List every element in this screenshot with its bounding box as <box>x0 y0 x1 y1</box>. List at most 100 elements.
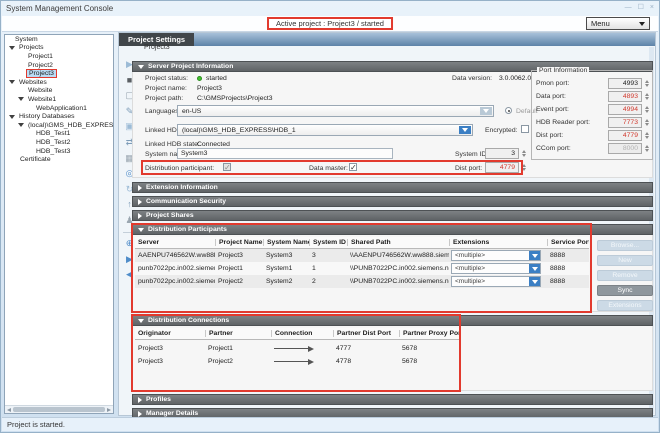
system-id-label: System ID: <box>455 151 488 158</box>
scroll-left-icon[interactable] <box>7 408 11 412</box>
scrollbar-thumb[interactable] <box>13 407 105 412</box>
stepper-arrows-icon[interactable] <box>643 143 650 154</box>
column-partner-dist-port: Partner Dist Port <box>333 330 399 337</box>
column-extensions: Extensions <box>449 239 547 246</box>
section-distribution-connections: Distribution Connections Originator Part… <box>132 315 653 391</box>
languages-dropdown[interactable]: en-US <box>177 105 494 117</box>
chevron-down-icon[interactable] <box>459 126 471 134</box>
system-id-stepper[interactable]: 3 <box>485 148 519 159</box>
tree-item-hdb-test1[interactable]: HDB_Test1 <box>5 130 113 139</box>
pmon-port-stepper[interactable]: 4993 <box>608 78 642 89</box>
tree-item-website1[interactable]: Website1 <box>5 95 113 104</box>
dist-port-stepper[interactable]: 4779 <box>608 130 642 141</box>
section-header-distribution-connections[interactable]: Distribution Connections <box>132 315 653 326</box>
scroll-right-icon[interactable] <box>107 408 111 412</box>
minimize-icon[interactable]: — <box>625 3 632 12</box>
section-header-distribution-participants[interactable]: Distribution Participants <box>132 224 653 235</box>
tree-item-projects[interactable]: Projects <box>5 44 113 53</box>
close-icon[interactable]: × <box>650 3 654 12</box>
connections-row[interactable]: Project3 Project2 4778 5678 <box>135 355 461 368</box>
chevron-down-icon[interactable] <box>529 251 540 260</box>
stepper-arrows-icon[interactable] <box>643 78 650 89</box>
dist-port-stepper[interactable]: 4779 <box>485 162 519 173</box>
system-name-input[interactable]: System3 <box>177 148 393 159</box>
column-service-port: Service Port <box>547 239 589 246</box>
stepper-arrows-icon[interactable] <box>643 104 650 115</box>
dist-port-label: Dist port: <box>455 165 482 172</box>
section-header-profiles[interactable]: Profiles <box>132 394 653 405</box>
stepper-arrows-icon[interactable] <box>643 130 650 141</box>
encrypted-checkbox[interactable] <box>521 125 529 133</box>
participants-row[interactable]: AAENPU746562W.ww88l Project3 System3 3 \… <box>135 249 589 262</box>
collapse-icon <box>138 319 144 323</box>
linked-hdb-dropdown[interactable]: (local)\GMS_HDB_EXPRESS\HDB_1 <box>177 124 473 136</box>
window-title: System Management Console <box>6 4 113 13</box>
tree-item-webapplication1[interactable]: WebApplication1 <box>5 104 113 113</box>
tree-item-hdb-test2[interactable]: HDB_Test2 <box>5 138 113 147</box>
tree-item-local-gms-hdb[interactable]: (local)\GMS_HDB_EXPRES <box>5 121 113 130</box>
data-master-checkbox[interactable] <box>349 163 357 171</box>
tree-item-project3[interactable]: Project3 <box>5 69 113 78</box>
expand-icon <box>138 213 142 219</box>
connections-row[interactable]: Project3 Project1 4777 5678 <box>135 342 461 355</box>
section-header-project-shares[interactable]: Project Shares <box>132 210 653 221</box>
expander-icon[interactable] <box>9 80 15 84</box>
extensions-dropdown[interactable]: <multiple> <box>451 250 541 261</box>
ccom-port-stepper[interactable]: 8000 <box>608 143 642 154</box>
sync-button[interactable]: Sync <box>597 285 653 296</box>
event-port-stepper[interactable]: 4994 <box>608 104 642 115</box>
data-version-label: Data version: <box>452 75 492 82</box>
status-bar: Project is started. <box>2 417 658 431</box>
collapse-icon <box>138 65 144 69</box>
connection-arrow-icon <box>274 359 333 365</box>
section-header-extension-information[interactable]: Extension Information <box>132 182 653 193</box>
column-server: Server <box>135 239 215 246</box>
section-header-communication-security[interactable]: Communication Security <box>132 196 653 207</box>
participants-row[interactable]: punb7022pc.in002.siemens.net Project2 Sy… <box>135 275 589 288</box>
stepper-arrows-icon[interactable] <box>520 148 527 159</box>
connections-table-header: Originator Partner Connection Partner Di… <box>135 328 461 340</box>
expander-icon[interactable] <box>18 123 24 127</box>
stepper-arrows-icon[interactable] <box>643 117 650 128</box>
distribution-participant-checkbox[interactable] <box>223 163 231 171</box>
ccom-port-label: CCom port: <box>536 145 571 152</box>
chevron-down-icon[interactable] <box>480 107 492 115</box>
tree-item-project2[interactable]: Project2 <box>5 61 113 70</box>
participants-row[interactable]: punb7022pc.in002.siemens.net Project1 Sy… <box>135 262 589 275</box>
expander-icon[interactable] <box>9 46 15 50</box>
browse-button[interactable]: Browse... <box>597 240 653 251</box>
tree-item-history-databases[interactable]: History Databases <box>5 112 113 121</box>
stepper-arrows-icon[interactable] <box>643 91 650 102</box>
connection-arrow-icon <box>274 346 333 352</box>
extensions-dropdown[interactable]: <multiple> <box>451 263 541 274</box>
menu-dropdown[interactable]: Menu <box>586 17 650 30</box>
expand-icon <box>138 199 142 205</box>
menu-dropdown-label: Menu <box>591 19 610 28</box>
chevron-down-icon[interactable] <box>529 264 540 273</box>
expander-icon[interactable] <box>9 115 15 119</box>
dist-port-label: Dist port: <box>536 132 563 139</box>
section-extension-information: Extension Information <box>132 182 653 193</box>
new-button[interactable]: New <box>597 255 653 266</box>
chevron-down-icon <box>639 22 645 26</box>
remove-button[interactable]: Remove <box>597 270 653 281</box>
default-language-radio[interactable] <box>505 107 512 114</box>
hdb-reader-port-stepper[interactable]: 7773 <box>608 117 642 128</box>
maximize-icon[interactable]: ☐ <box>638 3 644 12</box>
data-port-stepper[interactable]: 4893 <box>608 91 642 102</box>
tree-item-project1[interactable]: Project1 <box>5 52 113 61</box>
stepper-arrows-icon[interactable] <box>520 162 527 173</box>
project-path-label: Project path: <box>145 95 183 102</box>
tree-item-hdb-test3[interactable]: HDB_Test3 <box>5 147 113 156</box>
data-master-label: Data master: <box>309 165 348 172</box>
expand-icon <box>138 397 142 403</box>
tree-horizontal-scrollbar[interactable] <box>5 405 113 413</box>
tree-item-websites[interactable]: Websites <box>5 78 113 87</box>
extensions-button[interactable]: Extensions <box>597 300 653 311</box>
tree-item-system[interactable]: System <box>5 35 113 44</box>
tree-item-certificate[interactable]: Certificate <box>5 155 113 164</box>
extensions-dropdown[interactable]: <multiple> <box>451 276 541 287</box>
expander-icon[interactable] <box>18 97 24 101</box>
chevron-down-icon[interactable] <box>529 277 540 286</box>
tree-item-website[interactable]: Website <box>5 87 113 96</box>
